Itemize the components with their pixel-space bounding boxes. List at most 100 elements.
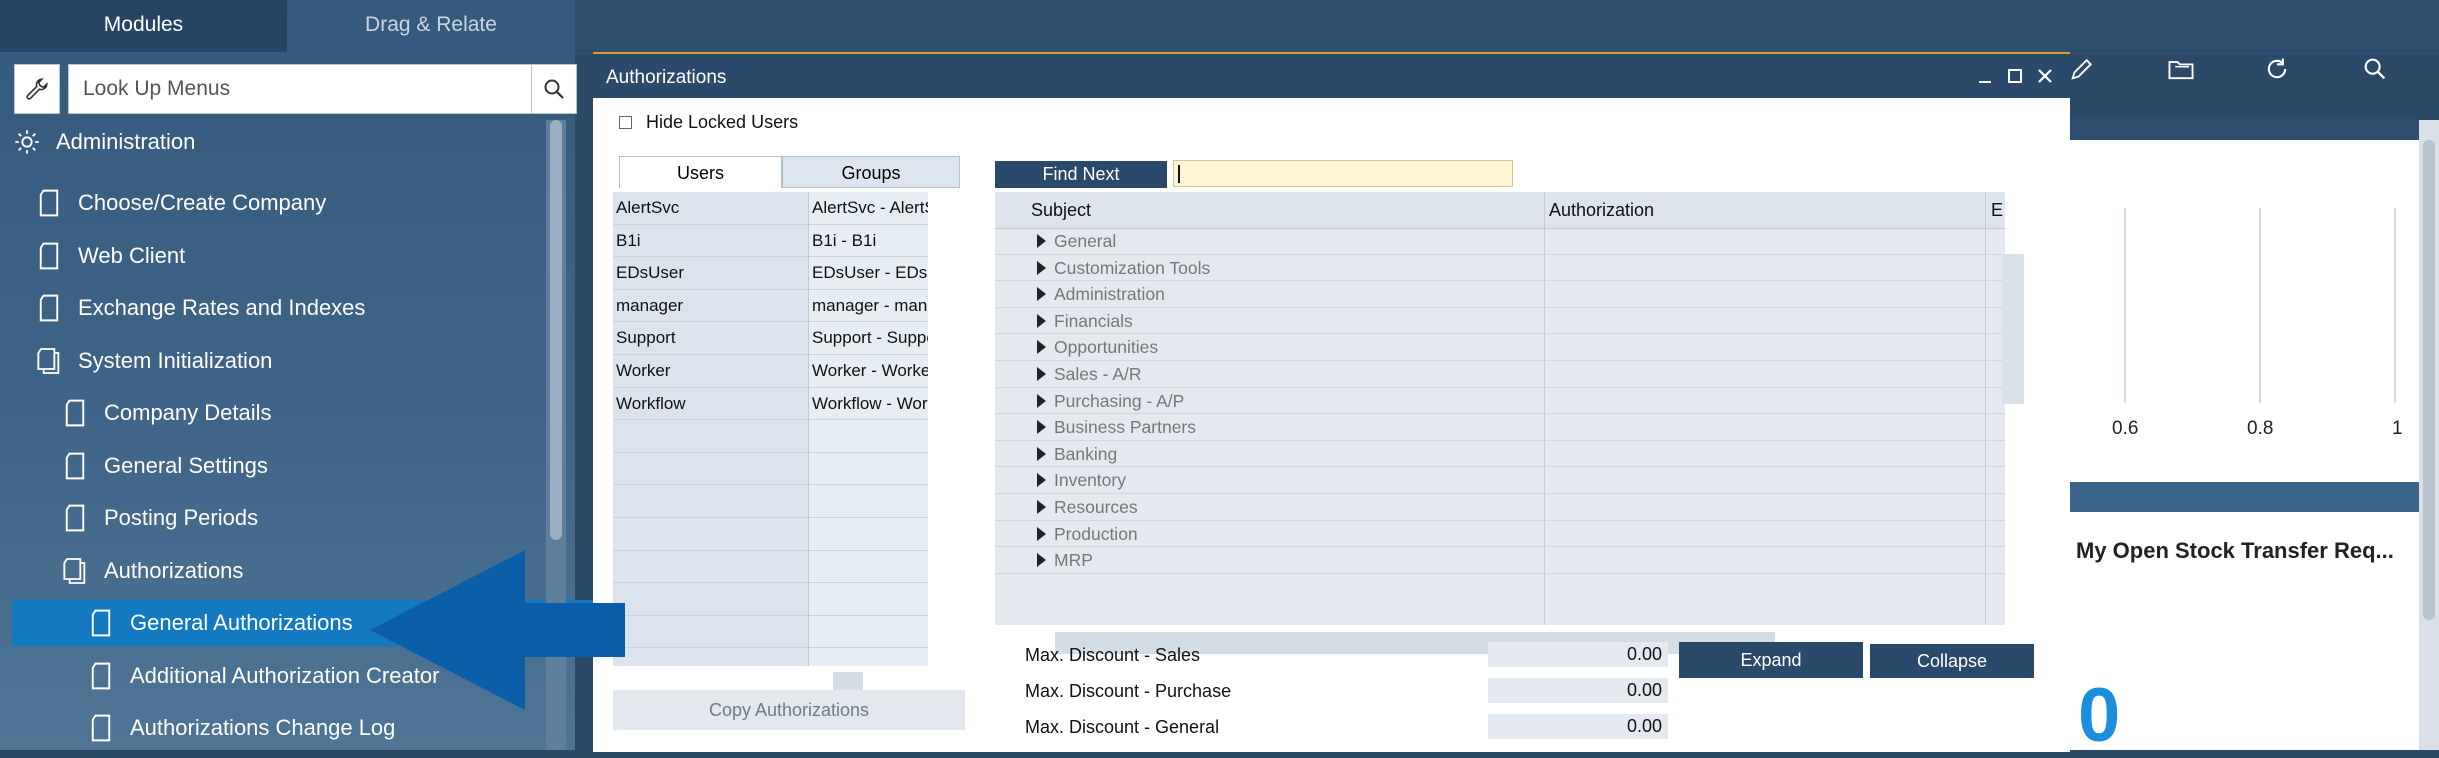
tree-row[interactable]: MRP	[995, 547, 2005, 574]
widget-title[interactable]: My Open Stock Transfer Req...	[2076, 538, 2394, 564]
wrench-icon	[26, 78, 48, 100]
tab-groups[interactable]: Groups	[782, 156, 960, 188]
table-cell[interactable]: AlertSvc - AlertS	[809, 192, 928, 225]
copy-authorizations-button[interactable]: Copy Authorizations	[613, 690, 965, 730]
expand-button[interactable]: Expand	[1679, 642, 1863, 678]
expand-triangle-icon[interactable]	[1037, 234, 1046, 248]
max-discount-sales-label: Max. Discount - Sales	[1025, 645, 1201, 665]
tab-modules[interactable]: Modules	[0, 0, 287, 52]
expand-triangle-icon[interactable]	[1037, 313, 1046, 328]
expand-triangle-icon[interactable]	[1037, 499, 1046, 514]
table-cell[interactable]: manager - mana	[809, 290, 928, 323]
empty-row	[809, 485, 928, 518]
col-extra[interactable]: E	[1991, 192, 2003, 228]
dashboard-scrollbar[interactable]	[2419, 120, 2439, 750]
menu-general-settings[interactable]: General Settings	[60, 443, 268, 489]
menu-choose-create-company[interactable]: Choose/Create Company	[34, 180, 326, 226]
menu-posting-periods[interactable]: Posting Periods	[60, 495, 258, 541]
table-cell[interactable]: Workflow - Work	[809, 388, 928, 421]
widget-value[interactable]: 0	[2078, 678, 2120, 754]
expand-triangle-icon[interactable]	[1037, 340, 1046, 355]
table-row[interactable]: Support	[613, 322, 808, 355]
refresh-icon[interactable]	[2263, 55, 2291, 83]
menu-administration[interactable]: Administration	[12, 119, 195, 165]
expand-triangle-icon[interactable]	[1037, 420, 1046, 435]
hide-locked-users-option[interactable]: Hide Locked Users	[619, 112, 798, 133]
chart-tick-label: 0.8	[2247, 418, 2274, 439]
tree-row[interactable]: Business Partners	[995, 414, 2005, 441]
tree-row[interactable]: Financials	[995, 308, 2005, 335]
table-row[interactable]: Workflow	[613, 387, 808, 421]
tree-row[interactable]: Purchasing - A/P	[995, 388, 2005, 415]
scrollbar-thumb[interactable]	[550, 120, 562, 540]
table-row[interactable]: EDsUser	[613, 257, 808, 290]
max-discount-sales-field[interactable]: 0.00	[1488, 642, 1668, 667]
table-cell[interactable]: Support - Suppo	[809, 322, 928, 355]
wrench-button[interactable]	[14, 64, 60, 114]
document-icon	[86, 713, 116, 743]
tree-row[interactable]: Administration	[995, 281, 2005, 308]
users-code-column: AlertSvc B1i EDsUser manager Support Wor…	[613, 192, 808, 666]
table-row[interactable]: manager	[613, 289, 808, 323]
max-discount-purchase-field[interactable]: 0.00	[1488, 678, 1668, 703]
minimize-icon[interactable]	[1975, 66, 1995, 86]
menu-label: Web Client	[78, 243, 186, 268]
dashboard-header-bar	[2070, 118, 2419, 140]
expand-triangle-icon[interactable]	[1037, 446, 1046, 461]
scrollbar-thumb[interactable]	[2423, 140, 2435, 620]
tree-row[interactable]: Banking	[995, 441, 2005, 468]
collapse-button[interactable]: Collapse	[1870, 644, 2034, 678]
menu-authorizations[interactable]: Authorizations	[60, 548, 243, 594]
tree-row[interactable]: Inventory	[995, 467, 2005, 494]
table-row[interactable]: AlertSvc	[613, 192, 808, 225]
hide-locked-users-checkbox[interactable]	[619, 116, 632, 129]
table-cell[interactable]: EDsUser - EDsU	[809, 257, 928, 290]
col-authorization[interactable]: Authorization	[1549, 192, 1654, 228]
menu-authorizations-change-log[interactable]: Authorizations Change Log	[86, 705, 395, 751]
tree-row[interactable]: Customization Tools	[995, 255, 2005, 282]
find-input[interactable]	[1173, 160, 1513, 187]
table-cell[interactable]: Worker - Worke	[809, 355, 928, 388]
menu-label: Authorizations	[104, 558, 244, 583]
lookup-search-button[interactable]	[531, 64, 577, 114]
document-icon	[86, 661, 116, 691]
tab-drag-relate[interactable]: Drag & Relate	[287, 0, 575, 52]
expand-triangle-icon[interactable]	[1037, 366, 1046, 381]
max-discount-general-field[interactable]: 0.00	[1488, 714, 1668, 739]
expand-triangle-icon[interactable]	[1037, 287, 1046, 302]
menu-web-client[interactable]: Web Client	[34, 233, 185, 279]
menu-company-details[interactable]: Company Details	[60, 390, 272, 436]
menu-exchange-rates[interactable]: Exchange Rates and Indexes	[34, 285, 365, 331]
tree-row[interactable]: Opportunities	[995, 334, 2005, 361]
document-icon	[34, 293, 64, 323]
empty-row	[809, 583, 928, 616]
tree-row[interactable]: Resources	[995, 494, 2005, 521]
tree-row[interactable]: Production	[995, 521, 2005, 548]
tree-vertical-scrollbar[interactable]	[2002, 254, 2024, 404]
folder-icon[interactable]	[2166, 55, 2196, 83]
col-subject[interactable]: Subject	[1031, 192, 1091, 228]
close-icon[interactable]	[2035, 66, 2055, 86]
max-discount-purchase-label: Max. Discount - Purchase	[1025, 681, 1232, 701]
table-row[interactable]: B1i	[613, 224, 808, 258]
pencil-icon[interactable]	[2068, 55, 2096, 83]
expand-triangle-icon[interactable]	[1037, 393, 1046, 408]
window-title: Authorizations	[606, 67, 727, 88]
authorizations-tree: Subject Authorization E General Customiz…	[995, 192, 2005, 625]
tree-row[interactable]: Sales - A/R	[995, 361, 2005, 388]
expand-triangle-icon[interactable]	[1037, 553, 1046, 568]
table-cell[interactable]: B1i - B1i	[809, 225, 928, 258]
window-title-bar[interactable]: Authorizations	[593, 54, 2070, 98]
expand-triangle-icon[interactable]	[1037, 526, 1046, 541]
lookup-menus-input[interactable]	[68, 64, 532, 114]
users-scroll-handle[interactable]	[833, 672, 863, 692]
expand-triangle-icon[interactable]	[1037, 473, 1046, 488]
search-icon[interactable]	[2361, 55, 2389, 83]
menu-system-initialization[interactable]: System Initialization	[34, 338, 272, 384]
maximize-icon[interactable]	[2005, 66, 2025, 86]
tree-row[interactable]: General	[995, 228, 2005, 255]
tab-users[interactable]: Users	[619, 156, 782, 188]
table-row[interactable]: Worker	[613, 354, 808, 388]
expand-triangle-icon[interactable]	[1037, 260, 1046, 275]
find-next-button[interactable]: Find Next	[995, 161, 1167, 188]
